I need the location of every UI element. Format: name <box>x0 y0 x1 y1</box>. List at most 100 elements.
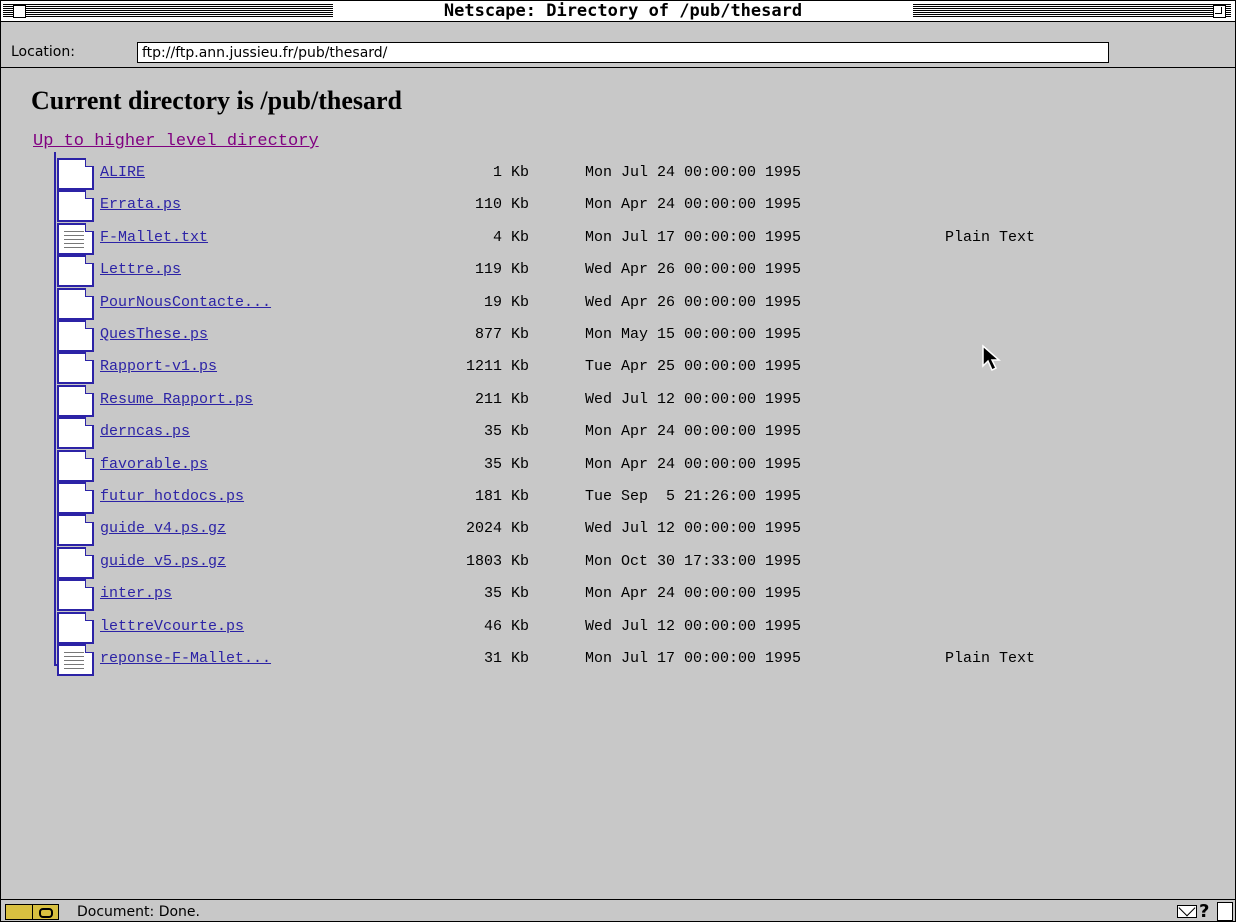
file-row: Rapport-v1.ps 1211 Kb Tue Apr 25 00:00:00 … <box>1 352 1235 386</box>
file-date: Mon Jul 17 00:00:00 1995 <box>585 229 802 246</box>
file-row: inter.ps 35 Kb Mon Apr 24 00:00:00 1995 <box>1 579 1235 613</box>
text-file-icon[interactable] <box>57 223 94 255</box>
file-size: 1211 Kb <box>465 358 529 375</box>
document-icon[interactable] <box>57 450 94 482</box>
document-icon[interactable] <box>57 288 94 320</box>
file-date: Mon Jul 24 00:00:00 1995 <box>585 164 802 181</box>
file-size: 19 Kb <box>483 294 529 311</box>
file-row: F-Mallet.txt 4 Kb Mon Jul 17 00:00:00 1995… <box>1 223 1235 257</box>
file-date: Mon Jul 17 00:00:00 1995 <box>585 650 802 667</box>
file-size: 1803 Kb <box>465 553 529 570</box>
file-link[interactable]: Errata.ps <box>100 196 181 213</box>
close-box-icon[interactable] <box>13 5 26 18</box>
file-row: Errata.ps 110 Kb Mon Apr 24 00:00:00 1995 <box>1 190 1235 224</box>
status-bar: Document: Done. ? <box>1 899 1235 921</box>
file-link[interactable]: reponse-F-Mallet... <box>100 650 271 667</box>
file-link[interactable]: QuesThese.ps <box>100 326 208 343</box>
file-link[interactable]: Lettre.ps <box>100 261 181 278</box>
document-icon[interactable] <box>57 255 94 287</box>
file-size: 46 Kb <box>483 618 529 635</box>
file-size: 119 Kb <box>474 261 529 278</box>
file-row: lettreVcourte.ps 46 Kb Wed Jul 12 00:00:00… <box>1 612 1235 646</box>
file-date: Mon May 15 00:00:00 1995 <box>585 326 802 343</box>
file-link[interactable]: PourNousContacte... <box>100 294 271 311</box>
page-heading: Current directory is /pub/thesard <box>31 86 402 115</box>
document-icon[interactable] <box>57 612 94 644</box>
file-row: PourNousContacte... 19 Kb Wed Apr 26 00:00… <box>1 288 1235 322</box>
file-size: 1 Kb <box>492 164 529 181</box>
file-link[interactable]: lettreVcourte.ps <box>100 618 244 635</box>
location-bar: Location: <box>1 22 1235 68</box>
file-size: 35 Kb <box>483 423 529 440</box>
file-link[interactable]: favorable.ps <box>100 456 208 473</box>
file-size: 31 Kb <box>483 650 529 667</box>
location-label: Location: <box>11 44 75 60</box>
file-link[interactable]: futur_hotdocs.ps <box>100 488 244 505</box>
file-date: Wed Jul 12 00:00:00 1995 <box>585 391 802 408</box>
file-size: 181 Kb <box>474 488 529 505</box>
file-date: Wed Apr 26 00:00:00 1995 <box>585 294 802 311</box>
status-text: Document: Done. <box>77 904 200 920</box>
file-row: reponse-F-Mallet... 31 Kb Mon Jul 17 00:00… <box>1 644 1235 678</box>
document-icon[interactable] <box>57 579 94 611</box>
page-content: Current directory is /pub/thesard Up to … <box>1 68 1235 898</box>
title-bar-stripes-right <box>913 4 1231 17</box>
file-size: 211 Kb <box>474 391 529 408</box>
help-icon[interactable]: ? <box>1199 901 1209 921</box>
file-size: 4 Kb <box>492 229 529 246</box>
file-type: Plain Text <box>945 650 1036 667</box>
file-size: 35 Kb <box>483 456 529 473</box>
document-icon[interactable] <box>57 320 94 352</box>
file-date: Tue Sep 5 21:26:00 1995 <box>585 488 802 505</box>
file-row: Resume_Rapport.ps 211 Kb Wed Jul 12 00:00:… <box>1 385 1235 419</box>
file-link[interactable]: Resume_Rapport.ps <box>100 391 253 408</box>
document-icon[interactable] <box>57 158 94 190</box>
file-row: Lettre.ps 119 Kb Wed Apr 26 00:00:00 1995 <box>1 255 1235 289</box>
mail-icon[interactable] <box>1177 905 1197 918</box>
browser-window: Netscape: Directory of /pub/thesard Loca… <box>0 0 1236 922</box>
file-date: Mon Apr 24 00:00:00 1995 <box>585 585 802 602</box>
file-date: Mon Apr 24 00:00:00 1995 <box>585 423 802 440</box>
file-row: favorable.ps 35 Kb Mon Apr 24 00:00:00 199… <box>1 450 1235 484</box>
file-size: 110 Kb <box>474 196 529 213</box>
file-type: Plain Text <box>945 229 1036 246</box>
document-icon[interactable] <box>57 547 94 579</box>
zoom-box-icon[interactable] <box>1213 5 1226 18</box>
file-row: guide_v5.ps.gz 1803 Kb Mon Oct 30 17:33:00… <box>1 547 1235 581</box>
file-size: 2024 Kb <box>465 520 529 537</box>
document-icon[interactable] <box>57 417 94 449</box>
title-bar-stripes-left <box>3 4 333 17</box>
file-link[interactable]: guide_v4.ps.gz <box>100 520 226 537</box>
mouse-pointer-icon <box>982 344 1001 372</box>
file-row: futur_hotdocs.ps 181 Kb Tue Sep 5 21:26:00… <box>1 482 1235 516</box>
file-row: QuesThese.ps 877 Kb Mon May 15 00:00:00 19… <box>1 320 1235 354</box>
file-date: Wed Jul 12 00:00:00 1995 <box>585 520 802 537</box>
location-input[interactable] <box>137 42 1109 63</box>
document-icon[interactable] <box>57 385 94 417</box>
file-date: Mon Apr 24 00:00:00 1995 <box>585 196 802 213</box>
file-link[interactable]: ALIRE <box>100 164 145 181</box>
file-size: 35 Kb <box>483 585 529 602</box>
security-key-icon[interactable] <box>5 904 59 920</box>
file-date: Wed Jul 12 00:00:00 1995 <box>585 618 802 635</box>
file-row: derncas.ps 35 Kb Mon Apr 24 00:00:00 1995 <box>1 417 1235 451</box>
file-date: Wed Apr 26 00:00:00 1995 <box>585 261 802 278</box>
file-link[interactable]: inter.ps <box>100 585 172 602</box>
file-link[interactable]: Rapport-v1.ps <box>100 358 217 375</box>
file-date: Mon Oct 30 17:33:00 1995 <box>585 553 802 570</box>
up-directory-link[interactable]: Up to higher level directory <box>33 132 319 151</box>
file-date: Mon Apr 24 00:00:00 1995 <box>585 456 802 473</box>
grow-box-icon[interactable] <box>1217 902 1233 921</box>
title-bar[interactable]: Netscape: Directory of /pub/thesard <box>1 1 1235 22</box>
document-icon[interactable] <box>57 190 94 222</box>
file-link[interactable]: derncas.ps <box>100 423 190 440</box>
document-icon[interactable] <box>57 352 94 384</box>
file-row: ALIRE 1 Kb Mon Jul 24 00:00:00 1995 <box>1 158 1235 192</box>
file-size: 877 Kb <box>474 326 529 343</box>
file-link[interactable]: F-Mallet.txt <box>100 229 208 246</box>
document-icon[interactable] <box>57 482 94 514</box>
file-row: guide_v4.ps.gz 2024 Kb Wed Jul 12 00:00:00… <box>1 514 1235 548</box>
file-link[interactable]: guide_v5.ps.gz <box>100 553 226 570</box>
text-file-icon[interactable] <box>57 644 94 676</box>
document-icon[interactable] <box>57 514 94 546</box>
